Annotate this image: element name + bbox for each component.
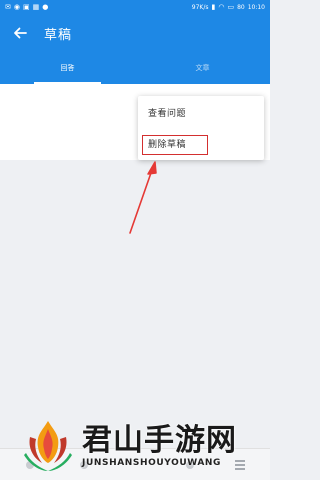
tab-answers[interactable]: 回答 [0, 52, 135, 84]
status-left: ✉ ◉ ▣ ▦ ● [5, 2, 49, 11]
view-question-label: 查看问题 [148, 108, 187, 119]
tab-articles-label: 文章 [195, 64, 210, 72]
battery-level: 80 [237, 3, 245, 11]
tab-bar: 回答 文章 [0, 52, 270, 84]
battery-icon: ▭ [227, 2, 235, 11]
wifi-icon: ◠ [218, 2, 225, 11]
status-right: 97K/s ▮ ◠ ▭ 80 10:10 [191, 2, 265, 11]
tab-articles[interactable]: 文章 [135, 52, 270, 84]
status-bar: ✉ ◉ ▣ ▦ ● 97K/s ▮ ◠ ▭ 80 10:10 [0, 0, 270, 14]
page-title: 草稿 [44, 27, 73, 43]
watermark-text: 君山手游网 JUNSHANSHOUYOUWANG [82, 423, 237, 469]
arrow-left-icon [14, 27, 27, 39]
watermark-subtitle: JUNSHANSHOUYOUWANG [82, 458, 222, 468]
message-icon: ✉ [5, 2, 11, 11]
image-icon: ▦ [32, 2, 40, 11]
view-question-menu-item[interactable]: 查看问题 [138, 99, 264, 125]
watermark: 君山手游网 JUNSHANSHOUYOUWANG [20, 415, 265, 477]
signal-icon: ▮ [211, 2, 216, 11]
tab-answers-label: 回答 [60, 64, 75, 72]
app-icon: ● [42, 2, 49, 11]
app-bar: 草稿 [0, 14, 270, 52]
clock: 10:10 [247, 3, 265, 11]
back-button[interactable] [10, 23, 30, 43]
notification-icon: ◉ [13, 2, 20, 11]
watermark-logo-icon [24, 421, 72, 471]
highlight-box [142, 135, 208, 155]
watermark-title: 君山手游网 [82, 423, 237, 458]
draft-preview-blurred [12, 94, 132, 102]
chat-icon: ▣ [22, 2, 30, 11]
network-speed: 97K/s [191, 3, 209, 11]
